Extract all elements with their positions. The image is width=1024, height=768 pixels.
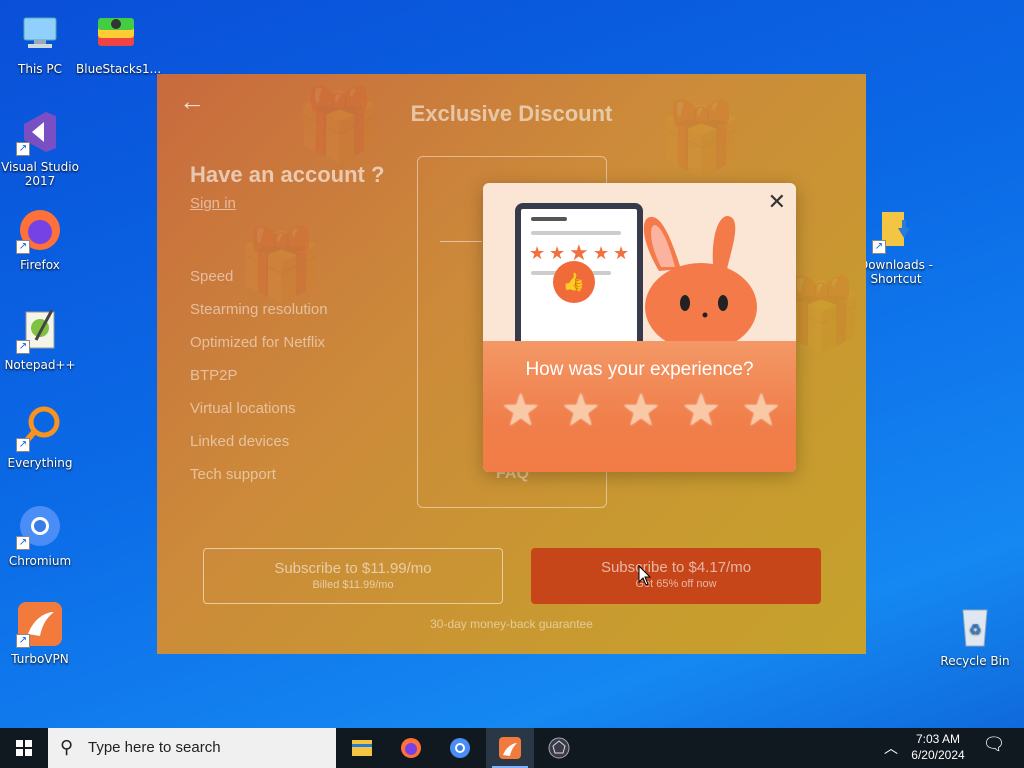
shortcut-arrow-icon: ↗ (16, 634, 30, 648)
notification-icon[interactable]: 🗨 (980, 734, 1008, 762)
shortcut-arrow-icon: ↗ (16, 142, 30, 156)
clock-date: 6/20/2024 (911, 748, 965, 762)
rating-star-2[interactable]: ★ (561, 385, 600, 436)
desktop-icon-recycle-bin[interactable]: ♻ Recycle Bin (935, 602, 1015, 668)
taskbar: ⚲ Type here to search ︿ 7:03 AM 6/20/202… (0, 728, 1024, 768)
feature-item: Linked devices (190, 433, 290, 450)
mouse-cursor-icon (638, 565, 652, 586)
desktop-icon-firefox[interactable]: ↗ Firefox (0, 206, 80, 272)
firefox-icon: ↗ (16, 206, 64, 254)
desktop-icon-notepadpp[interactable]: ↗ Notepad++ (0, 306, 80, 372)
rating-star-1[interactable]: ★ (501, 385, 540, 436)
gift-decoration-icon: 🎁 (237, 225, 325, 303)
subscribe-monthly-label: Subscribe to $11.99/mo (274, 560, 432, 577)
subscribe-discount-sublabel: Get 65% off now (635, 578, 717, 590)
shortcut-arrow-icon: ↗ (16, 438, 30, 452)
taskbar-chromium[interactable] (436, 728, 484, 768)
divider (440, 241, 482, 242)
desktop-icon-chromium[interactable]: ↗ Chromium (0, 502, 80, 568)
search-placeholder: Type here to search (88, 739, 221, 756)
thumbs-up-icon: 👍 (553, 261, 595, 303)
chromium-icon (450, 738, 470, 758)
review-line (531, 231, 621, 235)
desktop-icon-label: Notepad++ (4, 358, 76, 372)
desktop-icon-label: Visual Studio 2017 (1, 160, 79, 188)
taskbar-app[interactable] (535, 728, 583, 768)
shortcut-arrow-icon: ↗ (16, 536, 30, 550)
taskbar-firefox[interactable] (387, 728, 435, 768)
account-heading: Have an account ? (190, 162, 385, 187)
rating-star-4[interactable]: ★ (681, 385, 720, 436)
everything-search-icon: ↗ (16, 404, 64, 452)
rating-star-5[interactable]: ★ (742, 385, 781, 436)
bluestacks-icon (92, 10, 140, 58)
taskbar-search-box[interactable]: ⚲ Type here to search (48, 728, 336, 768)
feature-item: Stearming resolution (190, 301, 328, 318)
desktop-icon-visual-studio[interactable]: ↗ Visual Studio 2017 (0, 108, 80, 188)
phone-notch (531, 217, 567, 221)
windows-logo-icon (16, 740, 32, 756)
app-icon (548, 737, 570, 759)
search-icon: ⚲ (60, 737, 74, 757)
subscribe-monthly-button[interactable]: Subscribe to $11.99/mo Billed $11.99/mo (203, 548, 503, 604)
subscribe-discount-button[interactable]: Subscribe to $4.17/mo Get 65% off now (531, 548, 821, 604)
desktop-icon-label: BlueStacks1... (76, 62, 162, 76)
rating-question: How was your experience? (525, 359, 754, 380)
bunny-mascot-icon (643, 215, 757, 351)
desktop-icon-label: Recycle Bin (940, 654, 1010, 668)
svg-text:♻: ♻ (969, 622, 982, 638)
turbovpn-icon: ↗ (16, 600, 64, 648)
desktop-icon-label: Everything (7, 456, 73, 470)
feature-item: Tech support (190, 466, 276, 483)
rating-dialog: ★ ★ ★ ★ ★ 👍 ✕ How was your experience? ★… (483, 183, 796, 472)
money-back-guarantee: 30-day money-back guarantee (430, 617, 593, 631)
page-title: Exclusive Discount (410, 101, 613, 126)
visual-studio-icon: ↗ (16, 108, 64, 156)
desktop-icon-bluestacks[interactable]: BlueStacks1... (76, 10, 161, 76)
star-icon: ★ (529, 243, 546, 263)
taskbar-file-explorer[interactable] (338, 728, 386, 768)
firefox-icon (401, 738, 421, 758)
start-button[interactable] (0, 728, 48, 768)
desktop-icon-this-pc[interactable]: This PC (0, 10, 80, 76)
shortcut-arrow-icon: ↗ (16, 240, 30, 254)
feature-item: Virtual locations (190, 400, 296, 417)
feature-item: Speed (190, 268, 234, 285)
sign-in-link[interactable]: Sign in (190, 195, 236, 212)
shortcut-arrow-icon: ↗ (16, 340, 30, 354)
subscribe-discount-label: Subscribe to $4.17/mo (600, 559, 752, 576)
file-explorer-icon (352, 740, 372, 756)
turbovpn-icon (499, 737, 521, 759)
star-icon: ★ (593, 243, 610, 263)
clock[interactable]: 7:03 AM 6/20/2024 (900, 731, 976, 763)
folder-download-icon: ↗ (872, 206, 920, 254)
chevron-up-icon[interactable]: ︿ (884, 738, 898, 758)
desktop-icon-label: Firefox (20, 258, 60, 272)
rating-star-3[interactable]: ★ (621, 385, 660, 436)
desktop-icon-downloads-shortcut[interactable]: ↗ Downloads - Shortcut (856, 206, 936, 286)
subscribe-monthly-sublabel: Billed $11.99/mo (312, 579, 394, 591)
recycle-bin-icon: ♻ (951, 602, 999, 650)
desktop-icon-turbovpn[interactable]: ↗ TurboVPN (0, 600, 80, 666)
shortcut-arrow-icon: ↗ (872, 240, 886, 254)
close-icon[interactable]: ✕ (768, 189, 786, 215)
desktop-icon-label: TurboVPN (11, 652, 69, 666)
star-rating: ★ ★ ★ ★ ★ (501, 385, 781, 436)
feature-item: BTP2P (190, 367, 238, 384)
desktop-icon-label: This PC (18, 62, 62, 76)
clock-time: 7:03 AM (915, 732, 961, 746)
desktop-icon-label: Chromium (8, 554, 72, 568)
computer-icon (16, 10, 64, 58)
taskbar-turbovpn[interactable] (486, 728, 534, 768)
star-icon: ★ (613, 243, 630, 263)
desktop-icon-label: Downloads - Shortcut (858, 258, 934, 286)
chromium-icon: ↗ (16, 502, 64, 550)
feature-item: Optimized for Netflix (190, 334, 326, 351)
desktop-icon-everything[interactable]: ↗ Everything (0, 404, 80, 470)
star-icon: ★ (549, 243, 566, 263)
notepadpp-icon: ↗ (16, 306, 64, 354)
